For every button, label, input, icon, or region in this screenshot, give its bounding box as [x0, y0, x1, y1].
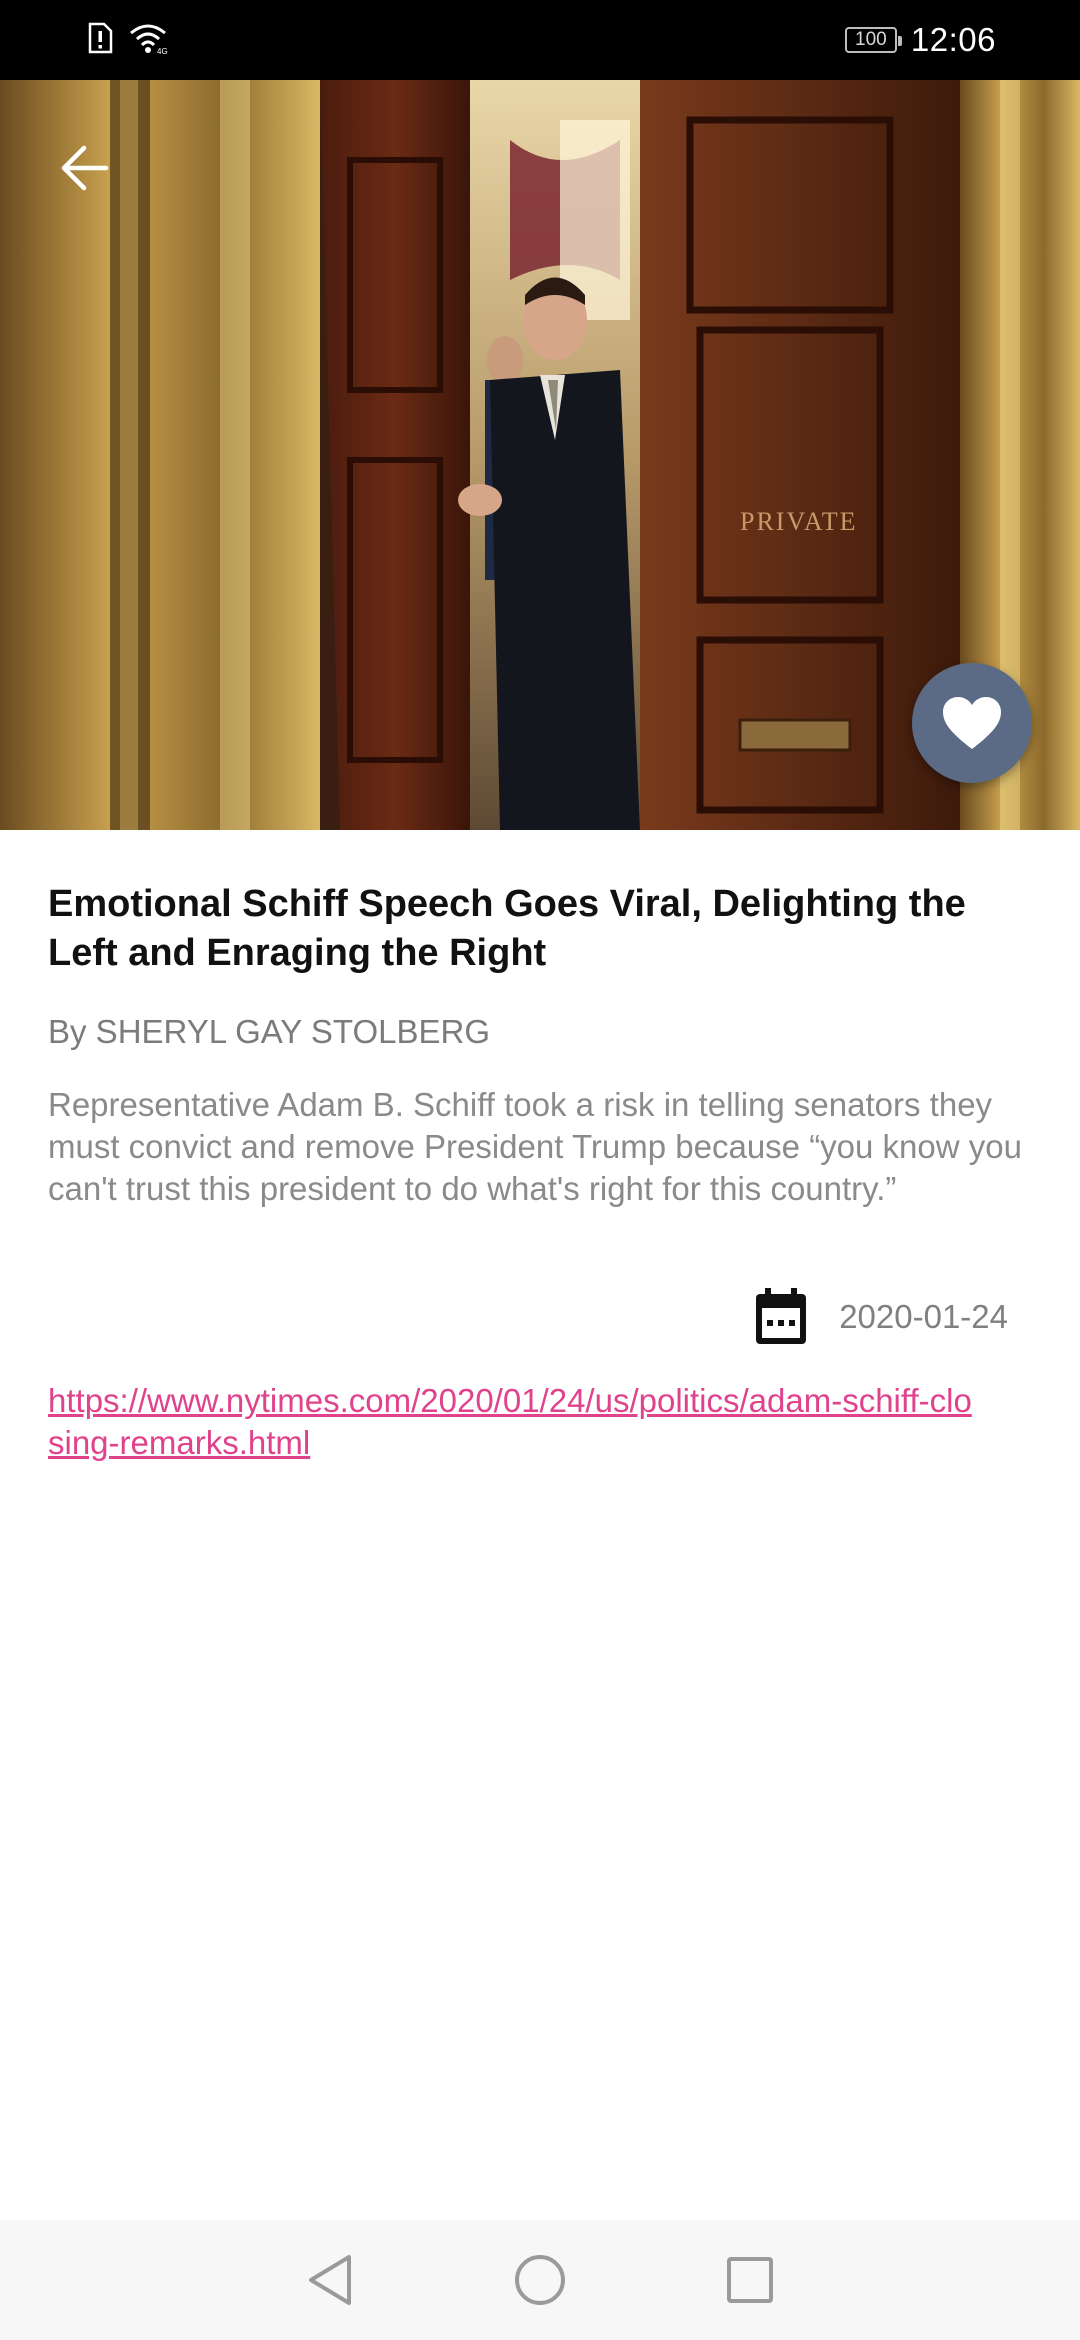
nav-home-button[interactable] [510, 2250, 570, 2310]
calendar-icon [756, 1288, 807, 1344]
system-nav-bar [0, 2220, 1080, 2340]
wifi-icon: 4G [128, 21, 168, 60]
article-url-link[interactable]: https://www.nytimes.com/2020/01/24/us/po… [48, 1380, 988, 1464]
article-content: Emotional Schiff Speech Goes Viral, Deli… [48, 880, 1038, 1461]
recents-square-icon [727, 2257, 773, 2303]
article-byline: By SHERYL GAY STOLBERG [48, 1013, 491, 1050]
hero-image: PRIVATE [0, 80, 1080, 830]
date-row: 2020-01-24 [48, 1285, 1008, 1349]
back-triangle-icon [309, 2255, 351, 2305]
back-button[interactable] [50, 134, 118, 202]
article-title: Emotional Schiff Speech Goes Viral, Deli… [48, 883, 966, 974]
heart-icon [943, 697, 1001, 749]
battery-level: 100 [855, 29, 887, 50]
arrow-left-icon [61, 145, 109, 191]
svg-text:4G: 4G [157, 47, 168, 55]
sim-alert-icon [86, 22, 114, 59]
nav-back-button[interactable] [300, 2250, 360, 2310]
door-sign-text: PRIVATE [740, 507, 858, 536]
article-detail-screen: 4G 100 12:06 PRIVATE Emotional Schiff Sp… [0, 0, 1080, 2340]
status-right: 100 12:06 [844, 18, 996, 62]
status-left-icons: 4G [86, 20, 168, 60]
nav-recents-button[interactable] [720, 2250, 780, 2310]
battery-icon: 100 [844, 27, 902, 53]
home-circle-icon [515, 2255, 565, 2305]
status-bar: 4G 100 12:06 [0, 0, 1080, 80]
article-summary: Representative Adam B. Schiff took a ris… [48, 1086, 1022, 1207]
article-date: 2020-01-24 [839, 1298, 1008, 1335]
favorite-button[interactable] [912, 663, 1032, 783]
status-time: 12:06 [910, 21, 996, 58]
